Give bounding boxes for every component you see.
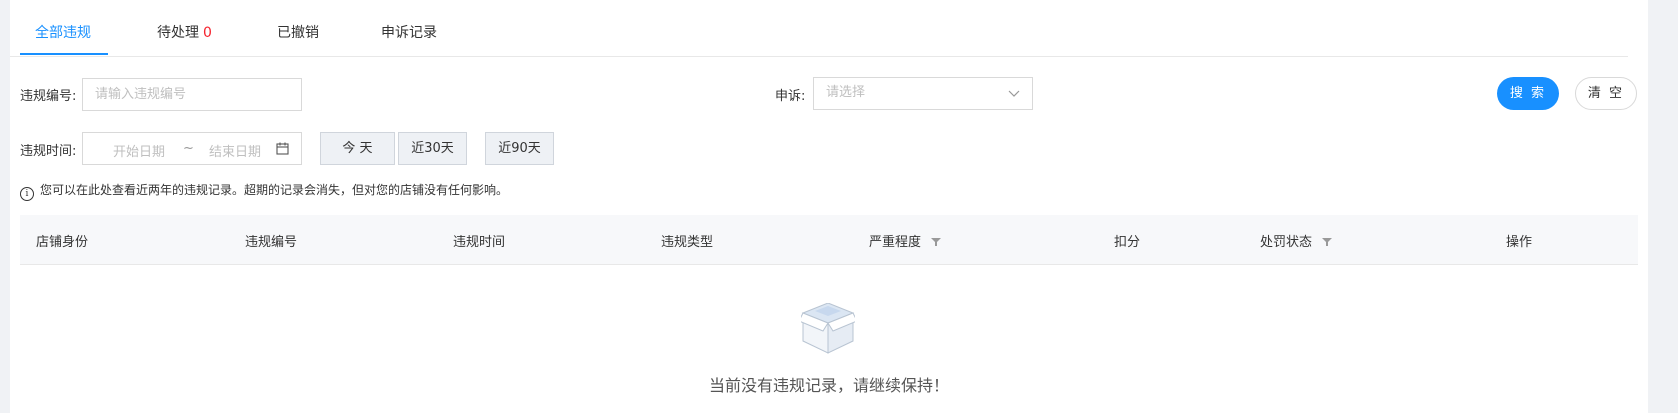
tab-bar: 全部违规 待处理 0 已撤销 申诉记录 bbox=[10, 0, 1628, 57]
tab-all-violations[interactable]: 全部违规 bbox=[35, 22, 91, 42]
start-date-field[interactable]: 开始日期 bbox=[113, 141, 165, 160]
empty-box-icon bbox=[801, 303, 855, 354]
column-header: 违规类型 bbox=[661, 235, 714, 250]
violation-no-input[interactable] bbox=[82, 78, 302, 111]
end-date-field[interactable]: 结束日期 bbox=[209, 141, 261, 160]
empty-state-text: 当前没有违规记录，请继续保持！ bbox=[708, 376, 949, 395]
violation-no-label: 违规编号: bbox=[20, 89, 77, 104]
appeal-label: 申诉: bbox=[775, 89, 806, 104]
tab-pending[interactable]: 待处理 0 bbox=[157, 22, 212, 42]
column-header-label: 严重程度 bbox=[869, 235, 922, 250]
filter-icon[interactable] bbox=[1322, 237, 1333, 247]
appeal-select[interactable]: 请选择 bbox=[813, 77, 1033, 110]
appeal-select-placeholder: 请选择 bbox=[826, 85, 866, 100]
violation-time-label: 违规时间: bbox=[20, 144, 77, 159]
column-header: 店铺身份 bbox=[36, 235, 89, 250]
info-icon: i bbox=[20, 187, 34, 201]
pending-count-badge: 0 bbox=[203, 25, 212, 41]
quick-today-button[interactable]: 今 天 bbox=[320, 132, 395, 165]
column-header: 违规编号 bbox=[245, 235, 298, 250]
tab-label: 全部违规 bbox=[35, 25, 91, 41]
filter-icon[interactable] bbox=[931, 237, 942, 247]
date-separator: ~ bbox=[183, 141, 194, 156]
tab-label: 待处理 bbox=[157, 25, 199, 41]
column-header-label: 处罚状态 bbox=[1260, 235, 1313, 250]
tab-appeal-records[interactable]: 申诉记录 bbox=[381, 22, 437, 42]
tab-label: 申诉记录 bbox=[381, 25, 437, 41]
search-button[interactable]: 搜 索 bbox=[1497, 77, 1559, 110]
column-header: 扣分 bbox=[1114, 235, 1141, 250]
chevron-down-icon bbox=[1008, 90, 1020, 97]
active-tab-indicator bbox=[20, 53, 108, 55]
tab-revoked[interactable]: 已撤销 bbox=[277, 22, 319, 42]
notice-text: 您可以在此处查看近两年的违规记录。超期的记录会消失，但对您的店铺没有任何影响。 bbox=[40, 183, 509, 197]
quick-30-days-button[interactable]: 近30天 bbox=[398, 132, 467, 165]
quick-90-days-button[interactable]: 近90天 bbox=[485, 132, 554, 165]
column-header: 操作 bbox=[1506, 235, 1533, 250]
tab-label: 已撤销 bbox=[277, 25, 319, 41]
column-header-severity: 严重程度 bbox=[869, 231, 942, 250]
column-header: 违规时间 bbox=[453, 235, 506, 250]
retention-notice: i 您可以在此处查看近两年的违规记录。超期的记录会消失，但对您的店铺没有任何影响。 bbox=[20, 181, 508, 201]
calendar-icon[interactable] bbox=[276, 142, 289, 155]
clear-button[interactable]: 清 空 bbox=[1575, 77, 1637, 110]
table-header: 店铺身份 违规编号 违规时间 违规类型 严重程度 扣分 处罚状态 操作 bbox=[20, 215, 1638, 265]
column-header-penalty-status: 处罚状态 bbox=[1260, 231, 1333, 250]
date-range-picker[interactable]: 开始日期 ~ 结束日期 bbox=[82, 132, 302, 165]
